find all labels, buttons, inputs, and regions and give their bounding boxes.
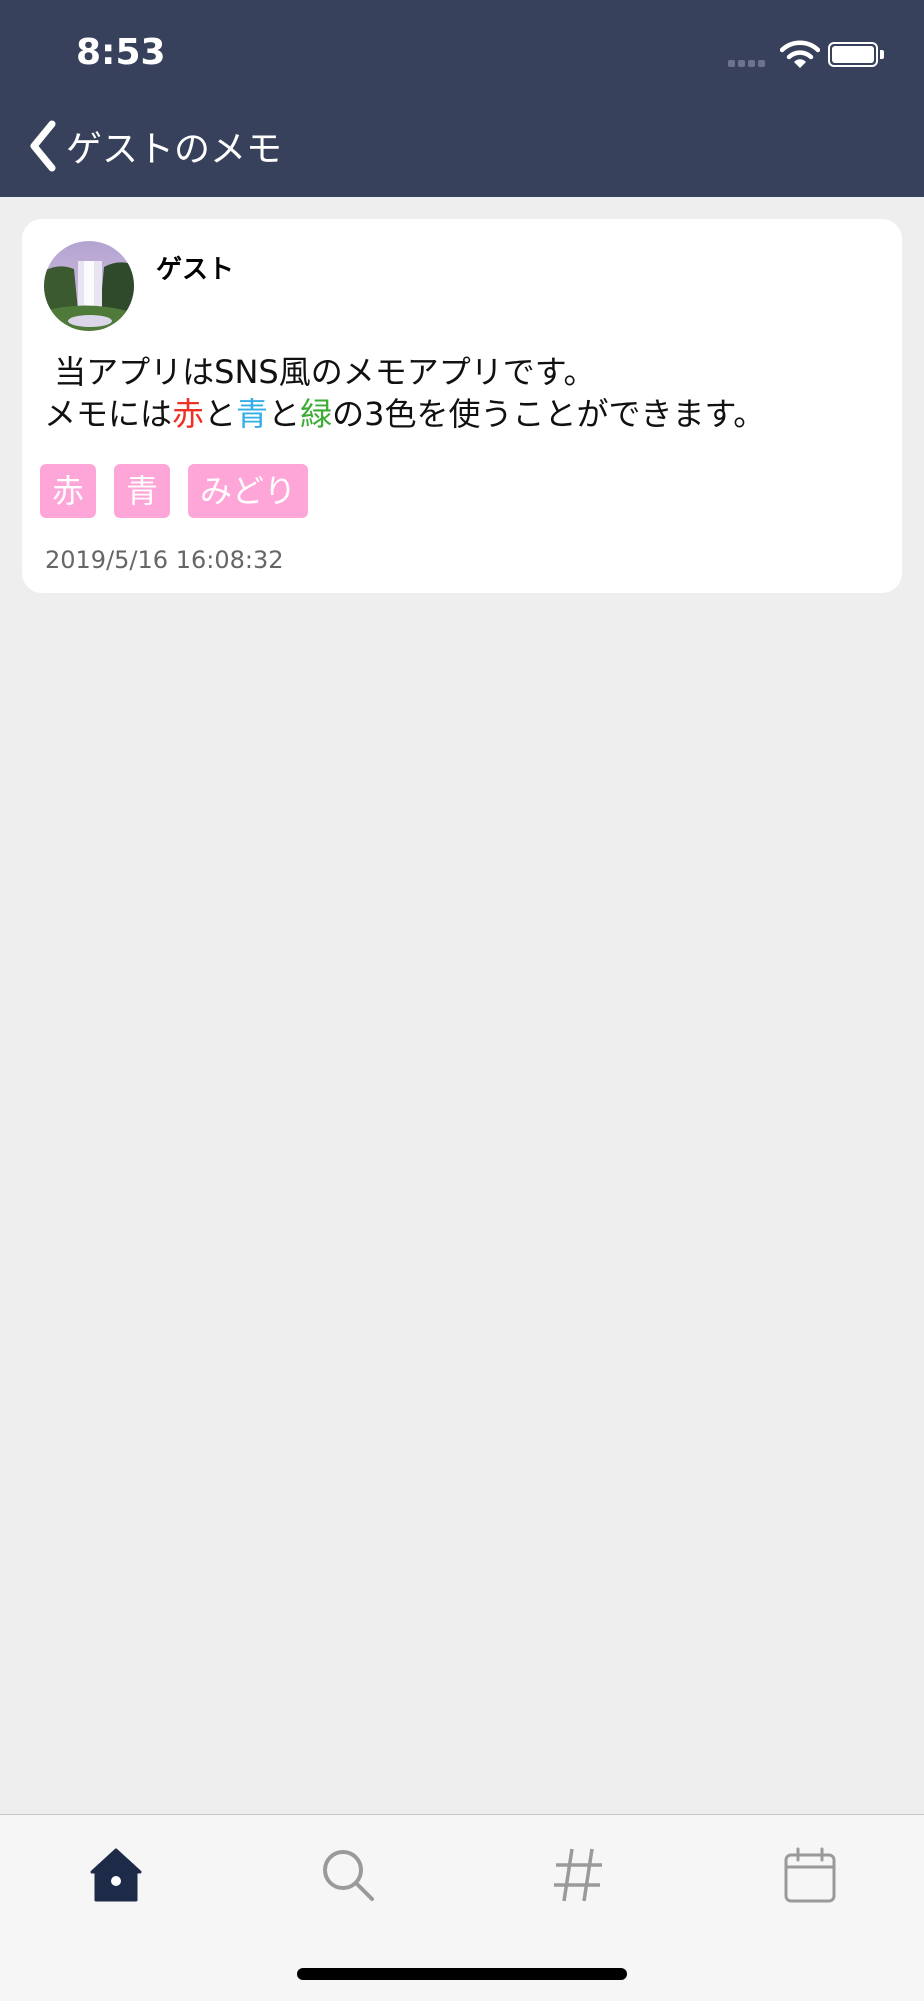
nav-title: ゲストのメモ (66, 129, 283, 170)
battery-icon (828, 42, 878, 67)
home-icon[interactable] (86, 1845, 146, 1905)
memo-line-1: 当アプリはSNS風のメモアプリです。 (44, 353, 596, 391)
tag-red[interactable]: 赤 (40, 464, 97, 518)
hashtag-icon[interactable] (548, 1845, 608, 1905)
memo-blue-word: 青 (236, 395, 269, 433)
home-indicator[interactable] (297, 1968, 627, 1980)
memo-text-segment: の3色を使うことができます。 (332, 395, 766, 433)
tag-midori[interactable]: みどり (188, 464, 309, 518)
memo-content: 当アプリはSNS風のメモアプリです。 メモには赤と青と緑の3色を使うことができま… (44, 351, 765, 435)
search-icon[interactable] (318, 1845, 378, 1905)
app-header: 8:53 ゲストのメモ (0, 0, 924, 197)
tag-blue[interactable]: 青 (114, 464, 171, 518)
memo-text-segment: と (204, 395, 237, 433)
memo-timestamp: 2019/5/16 16:08:32 (45, 546, 284, 574)
memo-author: ゲスト (156, 255, 235, 285)
status-time: 8:53 (76, 32, 166, 73)
avatar[interactable] (44, 241, 134, 331)
memo-text-segment: と (268, 395, 301, 433)
memo-text-segment: メモには (44, 395, 173, 433)
wifi-icon (780, 40, 820, 68)
memo-card[interactable]: ゲスト 当アプリはSNS風のメモアプリです。 メモには赤と青と緑の3色を使うこと… (22, 219, 902, 593)
memo-green-word: 緑 (300, 395, 333, 433)
cellular-signal-icon (728, 60, 765, 67)
battery-tip (880, 50, 884, 59)
back-chevron-icon[interactable] (24, 118, 64, 178)
tag-list: 赤 青 みどり (40, 464, 309, 518)
memo-red-word: 赤 (172, 395, 205, 433)
calendar-icon[interactable] (780, 1845, 840, 1905)
